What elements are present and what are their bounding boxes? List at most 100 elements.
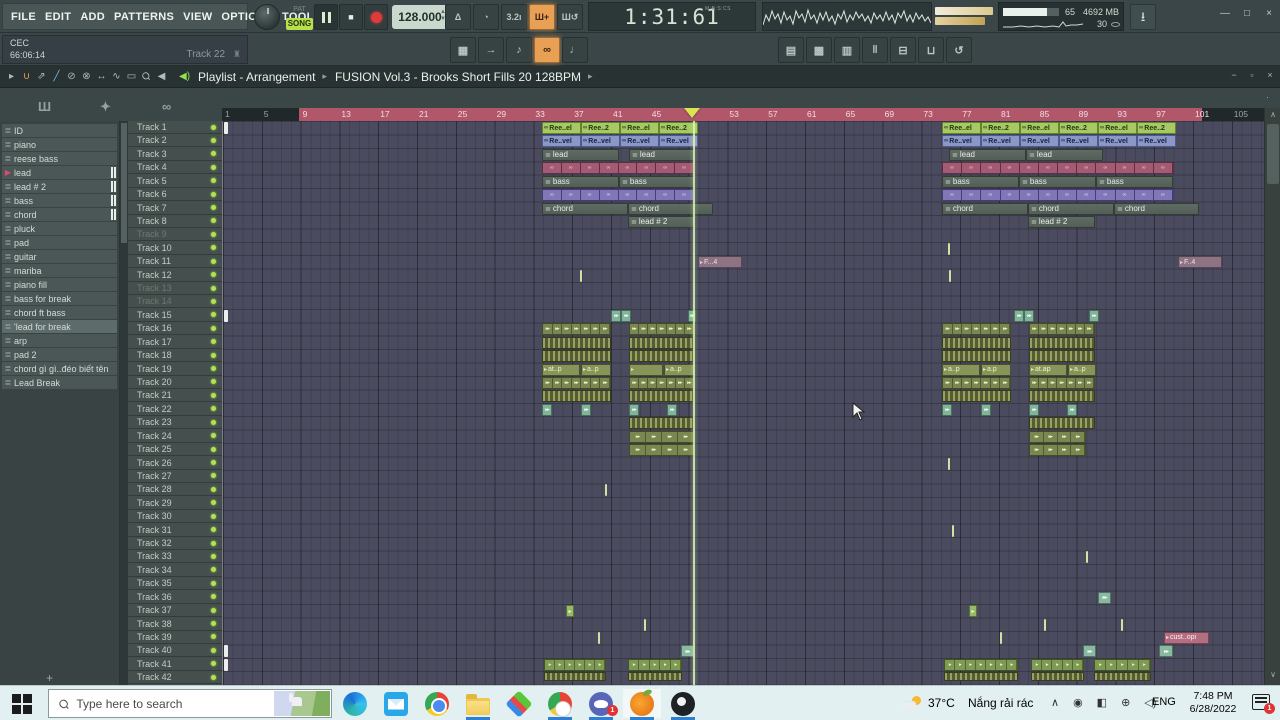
step-edit-icon[interactable]: → [478, 37, 504, 63]
audio-clips-tab-icon[interactable]: ✦ [100, 99, 111, 115]
track-header-34[interactable]: Track 34 [128, 564, 222, 577]
track-enable-led[interactable] [211, 124, 216, 130]
pattern-item-guitar[interactable]: ≣ guitar [2, 250, 117, 263]
loop-record-icon[interactable]: Ш↺ [557, 4, 583, 30]
track-header-42[interactable]: Track 42 [128, 671, 222, 685]
clip-sl-track28[interactable] [605, 484, 607, 497]
track-header-4[interactable]: Track 4 [128, 161, 222, 175]
weather-label[interactable]: Nắng rải rác [968, 696, 1033, 710]
track-enable-led[interactable] [211, 191, 216, 197]
taskbar-app-obs[interactable] [664, 689, 702, 720]
close-icon[interactable]: × [1262, 8, 1276, 19]
clip-ac-track25[interactable]: ▸▸ ▸▸ ▸▸ ▸▸ [1029, 444, 1086, 457]
clip-lead # 2-track8[interactable]: ≣ lead # 2 [1028, 215, 1095, 228]
playback-icon[interactable]: ◀ [154, 71, 169, 82]
clip-mini2-track36[interactable]: ▸▸ [1098, 591, 1111, 604]
track-enable-led[interactable] [211, 647, 216, 653]
add-pattern-plus[interactable]: + [46, 671, 53, 685]
pattern-item-mariba[interactable]: ≣ mariba [2, 264, 117, 277]
track-header-2[interactable]: Track 2 [128, 134, 222, 148]
clip-sl-track38[interactable] [1044, 618, 1046, 631]
track-header-6[interactable]: Track 6 [128, 188, 222, 202]
track-enable-led[interactable] [211, 285, 216, 291]
track-header-38[interactable]: Track 38 [128, 618, 222, 631]
track-header-20[interactable]: Track 20 [128, 376, 222, 389]
clip-st-track17[interactable] [542, 336, 611, 349]
track-header-40[interactable]: Track 40 [128, 644, 222, 658]
track-enable-led[interactable] [211, 513, 216, 519]
taskbar-app-chrome[interactable] [418, 689, 456, 718]
clip-ac-track16[interactable]: ▸▸ ▸▸ ▸▸ ▸▸ ▸▸ ▸▸ ▸▸ [629, 323, 695, 336]
track-enable-led[interactable] [211, 366, 216, 372]
track-header-22[interactable]: Track 22 [128, 403, 222, 416]
pattern-item-chord[interactable]: ≣ chord [2, 208, 117, 221]
track-header-16[interactable]: Track 16 [128, 322, 222, 336]
clip-Ree..2-track1[interactable]: ∞ Ree..2 [1059, 122, 1098, 134]
track-header-21[interactable]: Track 21 [128, 389, 222, 403]
clip-st-track23[interactable] [1029, 417, 1095, 430]
track-header-3[interactable]: Track 3 [128, 148, 222, 161]
track-enable-led[interactable] [211, 231, 216, 237]
hidden-icons-chevron[interactable]: ∧ [1051, 696, 1059, 709]
menu-view[interactable]: VIEW [183, 11, 212, 23]
stretch-icon[interactable]: ↔ [94, 71, 109, 82]
track-enable-led[interactable] [211, 137, 216, 143]
pattern-item-pad[interactable]: ≣ pad [2, 236, 117, 249]
track-header-37[interactable]: Track 37 [128, 604, 222, 618]
taskbar-app-edge[interactable] [336, 689, 374, 718]
metronome2-icon[interactable]: ♩ [562, 37, 588, 63]
clip-sl-track38[interactable] [1121, 618, 1123, 631]
clip-a..p-track19[interactable]: ▸ a..p [664, 363, 695, 376]
playhead-marker[interactable] [684, 108, 700, 118]
clip-sl-track39[interactable] [1000, 631, 1002, 644]
clip-sl-track26[interactable] [948, 457, 950, 470]
clip-uc-track6[interactable]: ∞ ∞ ∞ ∞ ∞ ∞ ∞ ∞ [542, 189, 695, 202]
track-header-27[interactable]: Track 27 [128, 470, 222, 483]
pattern-item-bass-for-break[interactable]: ≣ bass for break [2, 292, 117, 305]
track-enable-led[interactable] [211, 473, 216, 479]
clip-lead-track3[interactable]: ≣ lead [949, 148, 1026, 161]
clip-st2-track42[interactable] [944, 672, 1018, 682]
track-enable-led[interactable] [211, 527, 216, 533]
clip-chord-track7[interactable]: ≣ chord [1114, 202, 1199, 215]
clip-sl-track33[interactable] [1086, 551, 1088, 564]
slip-icon[interactable]: ⊘ [64, 71, 79, 82]
track-header-13[interactable]: Track 13 [128, 282, 222, 296]
clip-ac-track24[interactable]: ▸▸ ▸▸ ▸▸ ▸▸ [1029, 430, 1086, 443]
clip-Ree..2-track1[interactable]: ∞ Ree..2 [1137, 122, 1176, 134]
clip-mini-track15[interactable]: ▸▸ [1014, 309, 1024, 322]
clip-mini-track22[interactable]: ▸▸ [667, 403, 677, 416]
timeline-ruler[interactable]: 1 5 9 13 17 21 25 29 33 37 41 45 53 57 61 65 69 73 77 81 85 8… [222, 108, 1264, 121]
clip-Re..vel-track2[interactable]: ∞ Re..vel [620, 135, 659, 148]
taskbar-app-coccoc[interactable] [541, 689, 579, 720]
clip-st-track23[interactable] [629, 417, 695, 430]
track-header-23[interactable]: Track 23 [128, 416, 222, 430]
pattern-item-piano[interactable]: ≣ piano [2, 138, 117, 151]
swing-icon[interactable]: ♪ [506, 37, 532, 63]
track-enable-led[interactable] [211, 634, 216, 640]
clip-st-track17[interactable] [1029, 336, 1095, 349]
clip-Re..vel-track2[interactable]: ∞ Re..vel [942, 135, 981, 148]
clip-a..p-track19[interactable]: ▸ a..p [1068, 363, 1096, 376]
clip-bass-track5[interactable]: ≣ bass [1096, 175, 1173, 188]
pattern-item-chord-g-g-o-bi-t-t-n[interactable]: ≣ chord gì gì..đéo biết tên [2, 362, 117, 375]
track-enable-led[interactable] [211, 460, 216, 465]
clip-Ree..el-track1[interactable]: ∞ Ree..el [1098, 122, 1137, 134]
clip-cp-track41[interactable]: ▸ ▸ ▸ ▸ ▸ [1031, 658, 1084, 671]
clip-sl-track12[interactable] [580, 269, 582, 282]
clip-at..p-track19[interactable]: ▸ at..p [542, 363, 580, 376]
pat-song-toggle[interactable]: PAT SONG [286, 4, 313, 30]
track-enable-led[interactable] [211, 312, 216, 318]
track-header-18[interactable]: Track 18 [128, 349, 222, 363]
pattern-item-arp[interactable]: ≣ arp [2, 334, 117, 347]
pattern-item-lead-break[interactable]: ≣ Lead Break [2, 376, 117, 389]
menu-file[interactable]: FILE [11, 11, 36, 23]
clip-a..p-track19[interactable]: ▸ a..p [942, 363, 980, 376]
clip-miniG-track37[interactable]: ▸ [969, 605, 977, 618]
track-enable-led[interactable] [211, 164, 216, 170]
clip-uc-track6[interactable]: ∞ ∞ ∞ ∞ ∞ ∞ ∞ ∞ ∞ ∞ ∞ ∞ [942, 189, 1174, 202]
metronome-icon[interactable]: Δ [445, 4, 471, 30]
pattern-item-chord-ft-bass[interactable]: ≣ chord ft bass [2, 306, 117, 319]
track-header-35[interactable]: Track 35 [128, 577, 222, 591]
language-indicator[interactable]: ENG [1152, 696, 1176, 708]
